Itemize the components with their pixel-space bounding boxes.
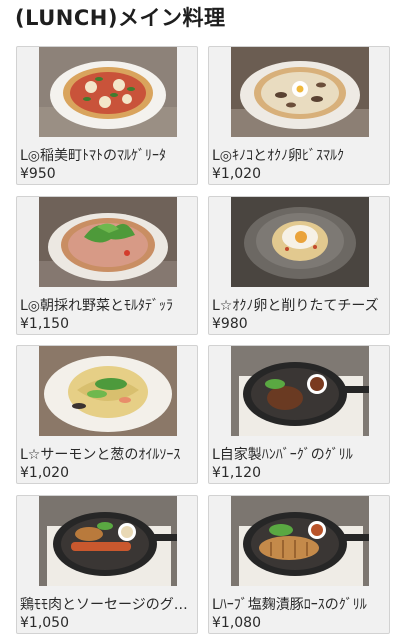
dish-photo	[231, 47, 369, 137]
menu-item-name: 鶏ﾓﾓ肉とソーセージのグリル	[20, 597, 194, 613]
menu-item-card[interactable]: Lﾊｰﾌﾞ塩麹漬豚ﾛｰｽのｸﾞﾘﾙ ¥1,080	[208, 495, 390, 634]
dish-photo	[39, 47, 177, 137]
dish-photo	[231, 496, 369, 586]
menu-item-card[interactable]: L◎朝採れ野菜とﾓﾙﾀﾃﾞｯﾗ ¥1,150	[16, 196, 198, 335]
menu-item-name: L☆ｵｸﾉ卵と削りたてチーズ	[212, 298, 379, 314]
menu-item-card[interactable]: L自家製ﾊﾝﾊﾞｰｸﾞのｸﾞﾘﾙ ¥1,120	[208, 345, 390, 484]
menu-item-price: ¥1,020	[20, 465, 69, 481]
menu-grid: L◎稲美町ﾄﾏﾄのﾏﾙｹﾞﾘｰﾀ ¥950 L◎ｷﾉｺとｵｸﾉ卵ﾋﾞｽﾏﾙｸ ¥…	[0, 0, 408, 640]
menu-item-name: Lﾊｰﾌﾞ塩麹漬豚ﾛｰｽのｸﾞﾘﾙ	[212, 597, 367, 613]
menu-item-price: ¥1,080	[212, 615, 261, 631]
menu-item-price: ¥1,150	[20, 316, 69, 332]
menu-item-price: ¥1,050	[20, 615, 69, 631]
menu-item-price: ¥1,020	[212, 166, 261, 182]
dish-photo	[231, 346, 369, 436]
menu-item-card[interactable]: L◎稲美町ﾄﾏﾄのﾏﾙｹﾞﾘｰﾀ ¥950	[16, 46, 198, 185]
menu-item-card[interactable]: L☆ｵｸﾉ卵と削りたてチーズ ¥980	[208, 196, 390, 335]
menu-item-card[interactable]: L◎ｷﾉｺとｵｸﾉ卵ﾋﾞｽﾏﾙｸ ¥1,020	[208, 46, 390, 185]
menu-item-price: ¥980	[212, 316, 248, 332]
menu-item-name: L◎ｷﾉｺとｵｸﾉ卵ﾋﾞｽﾏﾙｸ	[212, 148, 345, 164]
menu-item-card[interactable]: 鶏ﾓﾓ肉とソーセージのグリル ¥1,050	[16, 495, 198, 634]
dish-photo	[231, 197, 369, 287]
menu-item-price: ¥1,120	[212, 465, 261, 481]
menu-item-name: L◎朝採れ野菜とﾓﾙﾀﾃﾞｯﾗ	[20, 298, 174, 314]
menu-item-name: L☆サーモンと葱のｵｲﾙｿｰｽ	[20, 447, 181, 463]
menu-item-name: L◎稲美町ﾄﾏﾄのﾏﾙｹﾞﾘｰﾀ	[20, 148, 167, 164]
dish-photo	[39, 197, 177, 287]
dish-photo	[39, 346, 177, 436]
menu-item-name: L自家製ﾊﾝﾊﾞｰｸﾞのｸﾞﾘﾙ	[212, 447, 353, 463]
menu-item-card[interactable]: L☆サーモンと葱のｵｲﾙｿｰｽ ¥1,020	[16, 345, 198, 484]
menu-item-price: ¥950	[20, 166, 56, 182]
dish-photo	[39, 496, 177, 586]
